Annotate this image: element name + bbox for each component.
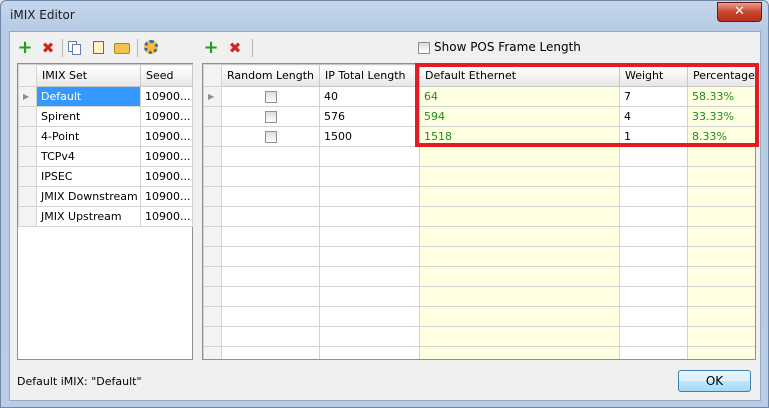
add-imix-set-button[interactable]: +	[16, 39, 34, 57]
row-header[interactable]	[18, 146, 37, 167]
open-folder-icon	[114, 43, 130, 54]
plus-icon: +	[17, 37, 33, 58]
imix-row[interactable]: TCPv4 10900...	[18, 146, 193, 167]
imix-seed[interactable]: 10900...	[140, 146, 193, 167]
ip-total-length-cell[interactable]: 40	[319, 86, 420, 107]
ip-total-length-cell[interactable]: 1500	[319, 126, 420, 147]
imix-row[interactable]: IPSEC 10900...	[18, 166, 193, 187]
default-imix-status: Default iMIX: "Default"	[17, 375, 142, 388]
empty-row	[203, 306, 755, 327]
imix-seed[interactable]: 10900...	[140, 186, 193, 207]
imix-row[interactable]: JMIX Upstream 10900...	[18, 206, 193, 227]
imix-set-name[interactable]: Spirent	[36, 106, 141, 127]
toolbar-separator	[62, 39, 63, 57]
paste-button[interactable]	[91, 40, 105, 54]
ok-button[interactable]: OK	[678, 370, 751, 392]
empty-row	[203, 326, 755, 347]
random-length-cell[interactable]	[221, 86, 320, 107]
toolbar-separator	[252, 39, 253, 57]
row-header[interactable]	[18, 206, 37, 227]
column-header-random-length[interactable]: Random Length	[221, 64, 320, 87]
close-button[interactable]: ✕	[717, 2, 762, 22]
imix-set-grid: IMIX Set Seed ▶ Default 10900... Spirent…	[17, 63, 193, 360]
show-pos-checkbox[interactable]	[418, 41, 430, 54]
show-pos-label: Show POS Frame Length	[434, 40, 581, 54]
random-length-cell[interactable]	[221, 106, 320, 127]
random-length-checkbox[interactable]	[264, 91, 277, 103]
delete-icon: ✖	[228, 39, 242, 57]
current-row-indicator[interactable]: ▶	[18, 86, 37, 107]
empty-row	[203, 286, 755, 307]
imix-row[interactable]: JMIX Downstream 10900...	[18, 186, 193, 207]
imix-header-row: IMIX Set Seed	[18, 64, 193, 87]
imix-editor-window: iMIX Editor ✕ + ✖ + ✖ Show POS Frame Len…	[0, 0, 769, 408]
imix-seed[interactable]: 10900...	[140, 126, 193, 147]
column-header-ip-total-length[interactable]: IP Total Length	[319, 64, 420, 87]
empty-row	[203, 166, 755, 187]
current-row-indicator[interactable]: ▶	[203, 86, 222, 107]
settings-button[interactable]	[144, 40, 158, 54]
title-bar[interactable]: iMIX Editor ✕	[1, 1, 768, 31]
plus-icon: +	[203, 37, 219, 58]
empty-row	[203, 226, 755, 247]
imix-row[interactable]: Spirent 10900...	[18, 106, 193, 127]
toolbar-separator	[137, 39, 138, 57]
imix-row[interactable]: 4-Point 10900...	[18, 126, 193, 147]
imix-set-name[interactable]: 4-Point	[36, 126, 141, 147]
random-length-cell[interactable]	[221, 126, 320, 147]
imix-set-name[interactable]: IPSEC	[36, 166, 141, 187]
imix-set-name[interactable]: JMIX Upstream	[36, 206, 141, 227]
imix-seed[interactable]: 10900...	[140, 166, 193, 187]
row-header[interactable]	[18, 186, 37, 207]
delete-icon: ✖	[41, 39, 55, 57]
imix-seed[interactable]: 10900...	[140, 106, 193, 127]
empty-row	[203, 146, 755, 167]
random-length-checkbox[interactable]	[264, 111, 277, 123]
empty-row	[203, 186, 755, 207]
show-pos-frame-length-option[interactable]: Show POS Frame Length	[418, 40, 581, 54]
close-icon: ✕	[734, 4, 745, 19]
row-header-corner	[203, 64, 222, 87]
empty-row	[203, 346, 755, 359]
window-title: iMIX Editor	[10, 8, 75, 22]
highlight-annotation-box	[415, 63, 759, 147]
ip-total-length-cell[interactable]: 576	[319, 106, 420, 127]
empty-row	[203, 266, 755, 287]
settings-icon	[144, 40, 158, 54]
delete-imix-set-button[interactable]: ✖	[39, 39, 57, 57]
imix-seed[interactable]: 10900...	[140, 206, 193, 227]
imix-set-name[interactable]: JMIX Downstream	[36, 186, 141, 207]
column-header-imix-set[interactable]: IMIX Set	[36, 64, 141, 87]
column-header-seed[interactable]: Seed	[140, 64, 193, 87]
row-header[interactable]	[203, 106, 222, 127]
imix-row[interactable]: ▶ Default 10900...	[18, 86, 193, 107]
add-frame-row-button[interactable]: +	[202, 39, 220, 57]
empty-row	[203, 246, 755, 267]
empty-row	[203, 206, 755, 227]
row-header[interactable]	[18, 126, 37, 147]
imix-set-name[interactable]: Default	[36, 86, 141, 107]
random-length-checkbox[interactable]	[264, 131, 277, 143]
row-header[interactable]	[18, 106, 37, 127]
imix-seed[interactable]: 10900...	[140, 86, 193, 107]
open-button[interactable]	[114, 41, 130, 55]
row-header[interactable]	[18, 166, 37, 187]
imix-set-name[interactable]: TCPv4	[36, 146, 141, 167]
delete-frame-row-button[interactable]: ✖	[226, 39, 244, 57]
copy-button[interactable]	[68, 41, 82, 55]
row-header-corner	[18, 64, 37, 87]
paste-icon	[93, 41, 104, 54]
row-header[interactable]	[203, 126, 222, 147]
